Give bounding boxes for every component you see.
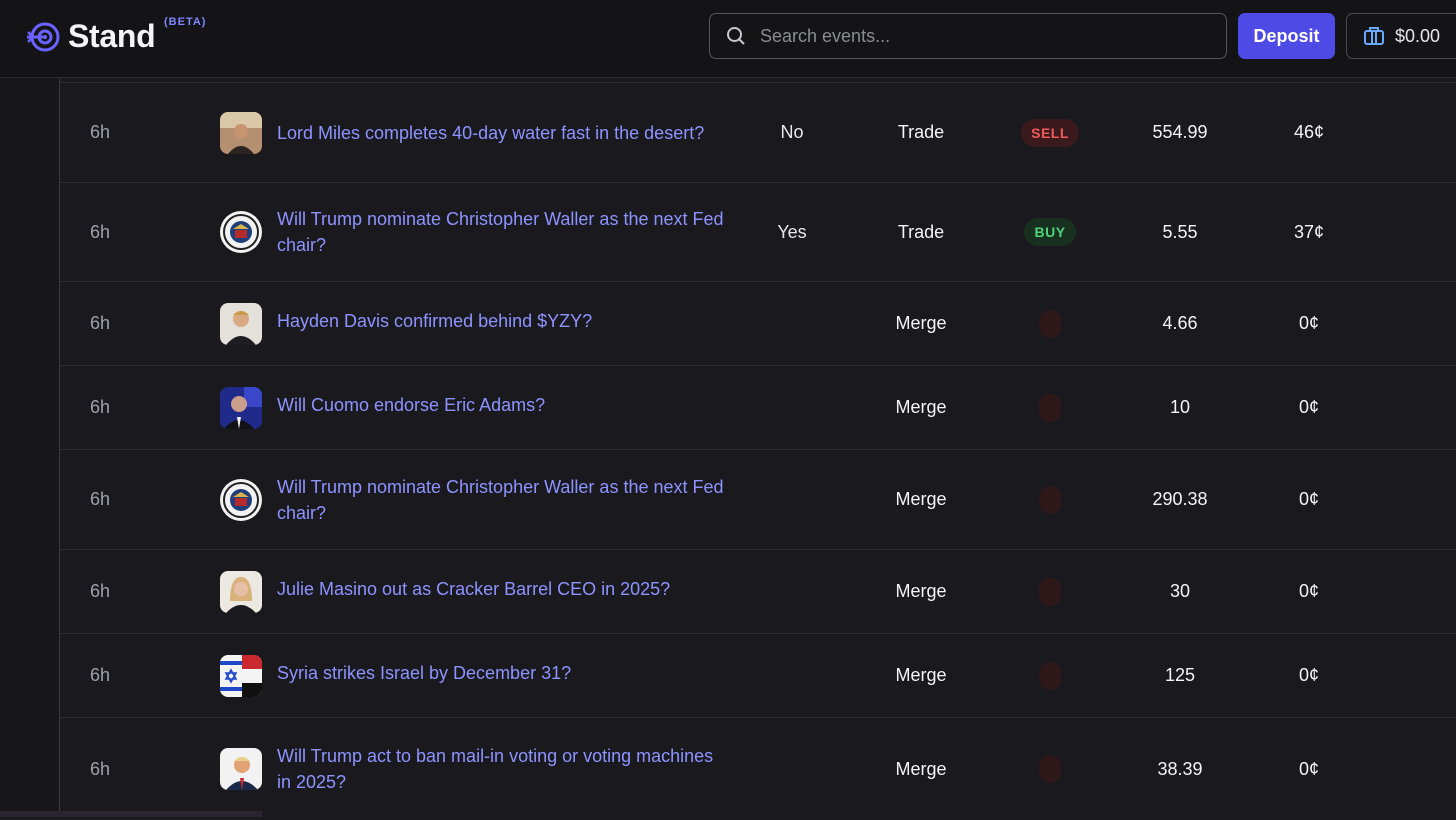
julie-masino-photo: [220, 570, 262, 613]
deposit-button[interactable]: Deposit: [1238, 13, 1335, 59]
beta-badge: (BETA): [164, 16, 207, 28]
activity-type: Merge: [895, 397, 947, 417]
price: 0¢: [1298, 665, 1320, 685]
time-ago: 6h: [90, 758, 111, 779]
wallet-icon: [1364, 27, 1384, 45]
side-cell: [1010, 282, 1090, 365]
time-ago: 6h: [90, 313, 111, 333]
shares: 10: [1169, 397, 1191, 417]
shares: 5.55: [1162, 221, 1198, 242]
time-ago: 6h: [90, 665, 111, 685]
price: 0¢: [1298, 313, 1320, 333]
horizontal-scrollbar[interactable]: [0, 811, 262, 817]
market-thumbnail[interactable]: [220, 450, 262, 549]
fed-seal-icon: [220, 211, 262, 253]
cuomo-photo: [220, 386, 262, 429]
table-row: 6h Julie Masino out as Cracker Barrel CE…: [60, 550, 1456, 634]
trump-photo: [220, 748, 262, 790]
price: 46¢: [1293, 122, 1325, 142]
market-thumbnail[interactable]: [220, 366, 262, 449]
shares: 290.38: [1152, 489, 1208, 509]
table-row: 6h Will Trump nominate Christopher Walle…: [60, 183, 1456, 282]
time-ago: 6h: [90, 581, 111, 601]
time-ago: 6h: [90, 489, 111, 509]
table-row: 6h Syria strikes Israel by December 31? …: [60, 634, 1456, 718]
side-badge-empty: [1039, 577, 1061, 606]
side-cell: [1010, 450, 1090, 549]
balance-amount: $0.00: [1395, 25, 1441, 46]
side-badge-empty: [1039, 309, 1061, 338]
time-ago: 6h: [90, 122, 111, 142]
search-input[interactable]: [758, 24, 1202, 48]
side-cell: [1010, 634, 1090, 717]
sidebar-rail: [0, 78, 60, 817]
time-ago: 6h: [90, 221, 111, 242]
price: 0¢: [1298, 581, 1320, 601]
fed-seal-icon: [220, 478, 262, 521]
side-badge-empty: [1039, 485, 1061, 514]
price: 0¢: [1298, 758, 1320, 779]
table-row: 6h Hayden Davis confirmed behind $YZY? M…: [60, 282, 1456, 366]
side-cell: [1010, 718, 1090, 820]
market-title-link[interactable]: Lord Miles completes 40-day water fast i…: [277, 83, 727, 182]
outcome: [760, 282, 824, 365]
market-title-link[interactable]: Will Trump nominate Christopher Waller a…: [277, 183, 727, 281]
target-logo-icon: [27, 22, 60, 51]
market-thumbnail[interactable]: [220, 282, 262, 365]
side-badge-empty: [1039, 755, 1061, 783]
table-row: 6h Lord Miles completes 40-day water fas…: [60, 82, 1456, 183]
table-row: 6h Will Cuomo endorse Eric Adams? Merge …: [60, 366, 1456, 450]
table-row: 6h Will Trump nominate Christopher Walle…: [60, 450, 1456, 550]
market-title-link[interactable]: Will Trump nominate Christopher Waller a…: [277, 450, 727, 549]
wallet-balance-button[interactable]: $0.00: [1346, 13, 1456, 59]
outcome: Yes: [777, 221, 807, 242]
side-cell: BUY: [1010, 183, 1090, 281]
shares: 4.66: [1162, 313, 1198, 333]
search-icon: [727, 27, 745, 45]
market-thumbnail[interactable]: [220, 718, 262, 820]
activity-type: Merge: [895, 313, 947, 333]
market-thumbnail[interactable]: [220, 634, 262, 717]
price: 0¢: [1298, 397, 1320, 417]
shares: 125: [1164, 665, 1196, 685]
activity-type: Merge: [895, 489, 947, 509]
top-bar: Stand (BETA) Deposit $0.00: [0, 0, 1456, 78]
market-title-link[interactable]: Will Trump act to ban mail-in voting or …: [277, 718, 727, 820]
side-cell: SELL: [1010, 83, 1090, 182]
outcome: [760, 550, 824, 633]
market-thumbnail[interactable]: [220, 550, 262, 633]
sell-badge: SELL: [1021, 118, 1079, 147]
outcome: [760, 366, 824, 449]
activity-type: Trade: [897, 221, 945, 242]
buy-badge: BUY: [1024, 218, 1076, 246]
table-row: 6h Will Trump act to ban mail-in voting …: [60, 718, 1456, 820]
market-thumbnail[interactable]: [220, 83, 262, 182]
search-box[interactable]: [709, 13, 1227, 59]
brand-name: Stand: [68, 18, 156, 54]
shares: 38.39: [1157, 758, 1203, 779]
price: 0¢: [1298, 489, 1320, 509]
outcome: [760, 718, 824, 820]
activity-type: Merge: [895, 581, 947, 601]
activity-type: Merge: [895, 665, 947, 685]
shares: 554.99: [1152, 122, 1208, 142]
outcome: [760, 450, 824, 549]
side-cell: [1010, 550, 1090, 633]
hayden-davis-photo: [220, 302, 262, 345]
side-badge-empty: [1039, 661, 1061, 690]
outcome: No: [780, 122, 804, 142]
activity-type: Merge: [895, 758, 947, 779]
syria-israel-flags-icon: [220, 654, 262, 697]
side-cell: [1010, 366, 1090, 449]
outcome: [760, 634, 824, 717]
lord-miles-photo: [220, 111, 262, 154]
shares: 30: [1169, 581, 1191, 601]
side-badge-empty: [1039, 393, 1061, 422]
time-ago: 6h: [90, 397, 111, 417]
brand-logo[interactable]: Stand: [26, 18, 156, 55]
market-thumbnail[interactable]: [220, 183, 262, 281]
activity-type: Trade: [897, 122, 945, 142]
price: 37¢: [1293, 221, 1325, 242]
